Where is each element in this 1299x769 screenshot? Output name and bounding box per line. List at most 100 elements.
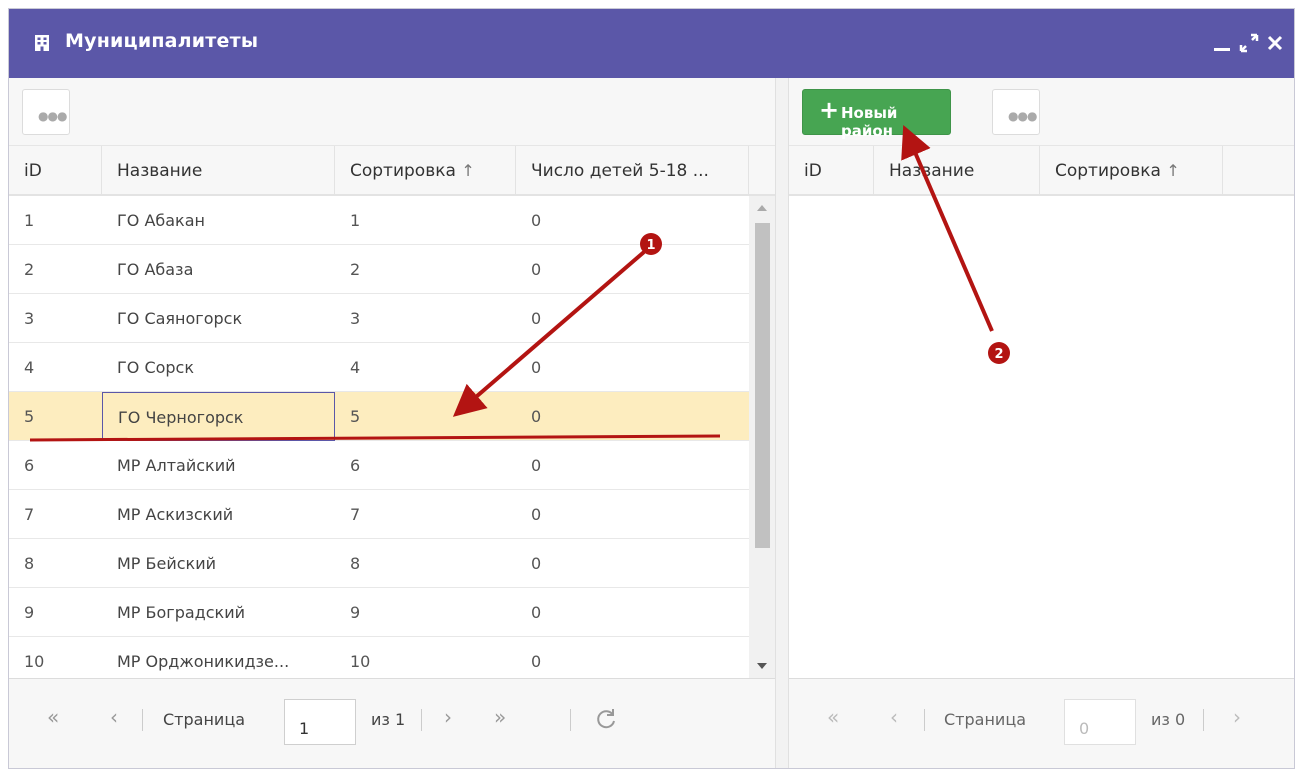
districts-pane: + Новый район ●●● iD Название Сортировка… xyxy=(789,78,1294,768)
next-page-icon[interactable]: › xyxy=(444,707,452,727)
cell-children: 0 xyxy=(531,211,542,230)
cell-id: 7 xyxy=(24,505,35,524)
prev-page-icon[interactable]: ‹ xyxy=(110,707,118,727)
table-row[interactable]: 7 МР Аскизский 7 0 xyxy=(9,490,749,539)
table-row[interactable]: 9 МР Боградский 9 0 xyxy=(9,588,749,637)
last-page-icon[interactable]: » xyxy=(494,707,506,727)
cell-id: 5 xyxy=(24,407,35,426)
pager-divider xyxy=(142,709,143,731)
cell-sort: 3 xyxy=(350,309,361,328)
cell-id: 6 xyxy=(24,456,35,475)
cell-children: 0 xyxy=(531,358,542,377)
right-more-button[interactable]: ●●● xyxy=(992,89,1040,135)
cell-sort: 4 xyxy=(350,358,361,377)
scroll-down-icon[interactable] xyxy=(757,663,767,669)
right-toolbar: + Новый район ●●● xyxy=(789,78,1294,146)
right-table-header: iD Название Сортировка ↑ xyxy=(789,146,1294,196)
cell-sort: 7 xyxy=(350,505,361,524)
column-header-id[interactable]: iD xyxy=(789,146,874,196)
new-district-button[interactable]: + Новый район xyxy=(802,89,951,140)
first-page-icon[interactable]: « xyxy=(47,707,59,727)
column-header-sort[interactable]: Сортировка ↑ xyxy=(335,146,516,196)
municipalities-window: Муниципалитеты ●●● iD Название Сортировк… xyxy=(8,8,1295,769)
page-label: Страница xyxy=(163,710,246,729)
window-titlebar[interactable]: Муниципалитеты xyxy=(9,9,1294,78)
pager-divider xyxy=(924,709,925,731)
cell-id: 9 xyxy=(24,603,35,622)
window-title: Муниципалитеты xyxy=(65,30,259,52)
minimize-icon[interactable] xyxy=(1211,31,1235,55)
cell-children: 0 xyxy=(531,554,542,573)
cell-sort: 9 xyxy=(350,603,361,622)
municipalities-pane: ●●● iD Название Сортировка ↑ Число детей… xyxy=(9,78,775,768)
cell-id: 3 xyxy=(24,309,35,328)
cell-name: МР Аскизский xyxy=(117,505,234,524)
next-page-icon[interactable]: › xyxy=(1233,707,1241,727)
column-header-sort[interactable]: Сортировка ↑ xyxy=(1040,146,1223,196)
page-total-label: из 1 xyxy=(371,710,406,729)
cell-name: ГО Саяногорск xyxy=(117,309,243,328)
pager-divider xyxy=(570,709,571,731)
table-row[interactable]: 4 ГО Сорск 4 0 xyxy=(9,343,749,392)
column-header-sort-label: Сортировка xyxy=(1055,161,1161,181)
left-toolbar: ●●● xyxy=(9,78,775,146)
cell-name: МР Бейский xyxy=(117,554,217,573)
prev-page-icon[interactable]: ‹ xyxy=(890,707,898,727)
left-table-header: iD Название Сортировка ↑ Число детей 5-1… xyxy=(9,146,775,196)
page-total-label: из 0 xyxy=(1151,710,1186,729)
scroll-up-icon[interactable] xyxy=(757,205,767,211)
column-header-name[interactable]: Название xyxy=(874,146,1040,196)
cell-sort: 2 xyxy=(350,260,361,279)
cell-id: 2 xyxy=(24,260,35,279)
cell-id: 8 xyxy=(24,554,35,573)
column-header-name[interactable]: Название xyxy=(102,146,335,196)
cell-name: ГО Абакан xyxy=(117,211,205,230)
table-row[interactable]: 8 МР Бейский 8 0 xyxy=(9,539,749,588)
left-more-button[interactable]: ●●● xyxy=(22,89,70,135)
table-row-selected[interactable]: 5 ГО Черногорск 5 0 xyxy=(9,392,749,441)
cell-children: 0 xyxy=(531,603,542,622)
plus-icon: + xyxy=(819,96,840,124)
cell-children: 0 xyxy=(531,505,542,524)
cell-id: 4 xyxy=(24,358,35,377)
cell-name: ГО Сорск xyxy=(117,358,195,377)
column-header-sort-label: Сортировка xyxy=(350,161,456,181)
cell-id: 1 xyxy=(24,211,35,230)
cell-sort: 6 xyxy=(350,456,361,475)
cell-sort: 8 xyxy=(350,554,361,573)
column-header-id[interactable]: iD xyxy=(9,146,102,196)
cell-name-focused[interactable]: ГО Черногорск xyxy=(102,392,335,441)
pager-divider xyxy=(1203,709,1204,731)
pager-divider xyxy=(421,709,422,731)
cell-name: ГО Абаза xyxy=(117,260,194,279)
more-dots-icon: ●●● xyxy=(1008,109,1037,123)
first-page-icon[interactable]: « xyxy=(827,707,839,727)
table-row[interactable]: 6 МР Алтайский 6 0 xyxy=(9,441,749,490)
maximize-icon[interactable] xyxy=(1237,31,1261,55)
left-pager: « ‹ Страница из 1 › » xyxy=(9,678,775,768)
table-row[interactable]: 1 ГО Абакан 1 0 xyxy=(9,196,749,245)
new-district-label: Новый район xyxy=(841,104,898,140)
cell-name: МР Алтайский xyxy=(117,456,236,475)
cell-sort: 5 xyxy=(350,407,361,426)
refresh-icon[interactable] xyxy=(593,706,619,732)
building-icon xyxy=(35,35,49,51)
pane-splitter[interactable] xyxy=(775,78,789,768)
cell-sort: 1 xyxy=(350,211,361,230)
column-header-children[interactable]: Число детей 5-18 ... xyxy=(516,146,749,196)
table-row[interactable]: 3 ГО Саяногорск 3 0 xyxy=(9,294,749,343)
cell-name: МР Боградский xyxy=(117,603,245,622)
cell-children: 0 xyxy=(531,407,542,426)
scroll-thumb[interactable] xyxy=(755,223,770,548)
close-icon[interactable] xyxy=(1263,31,1287,55)
cell-children: 0 xyxy=(531,260,542,279)
page-label: Страница xyxy=(944,710,1027,729)
left-table-scrollbar[interactable] xyxy=(749,196,775,678)
sort-asc-icon: ↑ xyxy=(461,161,475,180)
more-dots-icon: ●●● xyxy=(38,109,67,123)
page-number-input[interactable] xyxy=(1064,699,1136,745)
cell-children: 0 xyxy=(531,456,542,475)
table-row[interactable]: 2 ГО Абаза 2 0 xyxy=(9,245,749,294)
sort-asc-icon: ↑ xyxy=(1166,161,1180,180)
page-number-input[interactable] xyxy=(284,699,356,745)
